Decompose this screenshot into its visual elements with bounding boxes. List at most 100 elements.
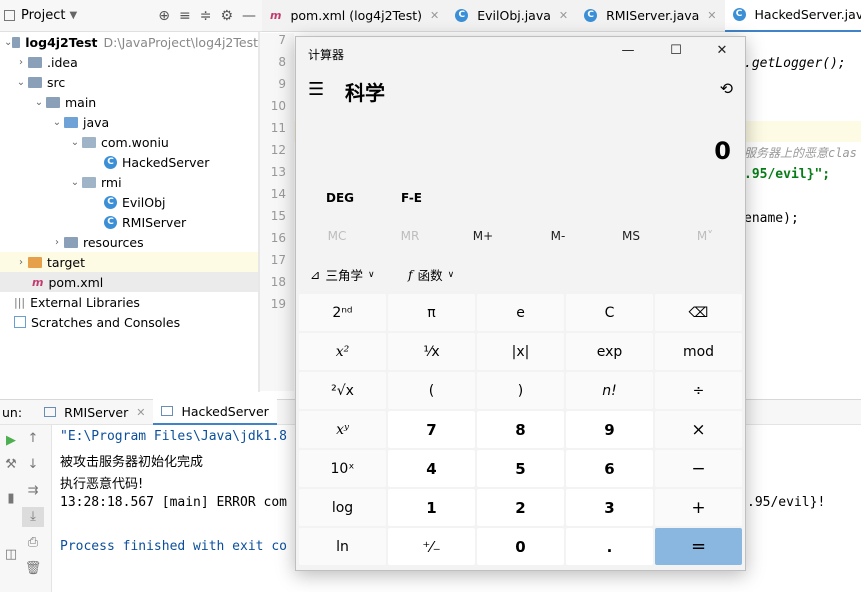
mc-button[interactable]: MC: [307, 229, 367, 243]
tree-item-com-woniu[interactable]: ⌄ com.woniu: [0, 132, 258, 152]
second-button[interactable]: 2ⁿᵈ: [299, 294, 386, 331]
tree-item-resources[interactable]: › resources: [0, 232, 258, 252]
close-icon[interactable]: ✕: [430, 9, 439, 22]
tree-item-hackedserver[interactable]: C HackedServer: [0, 152, 258, 172]
dump-icon[interactable]: ◫: [0, 545, 22, 565]
digit-0-button[interactable]: 0: [477, 528, 564, 565]
tree-item-target[interactable]: › target: [0, 252, 258, 272]
factorial-button[interactable]: n!: [566, 372, 653, 409]
close-paren-button[interactable]: ): [477, 372, 564, 409]
chevron-down-icon[interactable]: ⌄: [4, 37, 12, 48]
project-view-selector[interactable]: Project: [21, 8, 65, 23]
digit-1-button[interactable]: 1: [388, 489, 475, 526]
negate-button[interactable]: ⁺⁄₋: [388, 528, 475, 565]
tree-item-scratches[interactable]: Scratches and Consoles: [0, 312, 258, 332]
digit-7-button[interactable]: 7: [388, 411, 475, 448]
maximize-icon[interactable]: ☐: [662, 43, 690, 63]
m-plus-button[interactable]: M+: [453, 229, 513, 243]
tree-item-src[interactable]: ⌄ src: [0, 72, 258, 92]
close-icon[interactable]: ✕: [559, 9, 568, 22]
tab-evilobj[interactable]: C EvilObj.java ✕: [447, 0, 576, 32]
mod-button[interactable]: mod: [655, 333, 742, 370]
memory-list-button[interactable]: M˅: [675, 229, 735, 243]
arrow-down-icon[interactable]: ↓: [22, 455, 44, 475]
chevron-down-icon[interactable]: ⌄: [50, 117, 64, 128]
chevron-right-icon[interactable]: ›: [14, 57, 28, 68]
sqrt-button[interactable]: ²√x: [299, 372, 386, 409]
hide-icon[interactable]: —: [242, 8, 256, 24]
chevron-down-icon[interactable]: ⌄: [68, 137, 82, 148]
clear-button[interactable]: C: [566, 294, 653, 331]
digit-9-button[interactable]: 9: [566, 411, 653, 448]
decimal-button[interactable]: .: [566, 528, 653, 565]
collapse-all-icon[interactable]: ≑: [200, 8, 212, 24]
run-tab-hackedserver[interactable]: HackedServer: [153, 399, 277, 425]
history-icon[interactable]: ⟲: [720, 79, 733, 98]
chevron-down-icon[interactable]: ⌄: [68, 177, 82, 188]
square-button[interactable]: x²: [299, 333, 386, 370]
tree-item-idea[interactable]: › .idea: [0, 52, 258, 72]
log-button[interactable]: log: [299, 489, 386, 526]
function-dropdown[interactable]: f 函数 ∨: [408, 265, 454, 284]
tree-item-java[interactable]: ⌄ java: [0, 112, 258, 132]
tab-hackedserver[interactable]: C HackedServer.java ✕: [724, 0, 861, 32]
open-paren-button[interactable]: (: [388, 372, 475, 409]
digit-4-button[interactable]: 4: [388, 450, 475, 487]
power-button[interactable]: xʸ: [299, 411, 386, 448]
digit-2-button[interactable]: 2: [477, 489, 564, 526]
gear-icon[interactable]: ⚙: [220, 8, 233, 24]
exp-button[interactable]: exp: [566, 333, 653, 370]
digit-6-button[interactable]: 6: [566, 450, 653, 487]
divide-button[interactable]: ÷: [655, 372, 742, 409]
wrench-icon[interactable]: ⚒: [0, 455, 22, 475]
tree-item-main[interactable]: ⌄ main: [0, 92, 258, 112]
locate-icon[interactable]: ⊕: [158, 8, 170, 24]
minimize-icon[interactable]: —: [614, 43, 642, 63]
close-icon[interactable]: ✕: [708, 43, 736, 63]
tab-rmiserver[interactable]: C RMIServer.java ✕: [576, 0, 724, 32]
chevron-down-icon[interactable]: ▼: [69, 10, 77, 21]
soft-wrap-icon[interactable]: ⇉: [22, 481, 44, 501]
run-tab-rmiserver[interactable]: RMIServer ✕: [36, 399, 153, 425]
multiply-button[interactable]: ×: [655, 411, 742, 448]
backspace-button[interactable]: ⌫: [655, 294, 742, 331]
chevron-down-icon[interactable]: ⌄: [32, 97, 46, 108]
hamburger-menu-icon[interactable]: ☰: [308, 79, 324, 100]
ms-button[interactable]: MS: [601, 229, 661, 243]
tree-item-rmi[interactable]: ⌄ rmi: [0, 172, 258, 192]
tree-item-evilobj[interactable]: C EvilObj: [0, 192, 258, 212]
subtract-button[interactable]: −: [655, 450, 742, 487]
scroll-to-end-icon[interactable]: ⤓: [22, 507, 44, 527]
chevron-right-icon[interactable]: ›: [14, 257, 28, 268]
m-minus-button[interactable]: M-: [528, 229, 588, 243]
digit-3-button[interactable]: 3: [566, 489, 653, 526]
close-icon[interactable]: ✕: [707, 9, 716, 22]
digit-5-button[interactable]: 5: [477, 450, 564, 487]
tree-item-rmiserver[interactable]: C RMIServer: [0, 212, 258, 232]
chevron-down-icon[interactable]: ⌄: [14, 77, 28, 88]
arrow-up-icon[interactable]: ↑: [22, 429, 44, 449]
equals-button[interactable]: =: [655, 528, 742, 565]
deg-button[interactable]: DEG: [326, 191, 354, 205]
mr-button[interactable]: MR: [380, 229, 440, 243]
trigonometry-dropdown[interactable]: ⊿ 三角学 ∨: [310, 265, 375, 284]
digit-8-button[interactable]: 8: [477, 411, 564, 448]
pause-icon[interactable]: ▮: [0, 489, 22, 509]
pi-button[interactable]: π: [388, 294, 475, 331]
trash-icon[interactable]: 🗑: [22, 559, 44, 579]
tree-item-external-libraries[interactable]: ||| External Libraries: [0, 292, 258, 312]
project-view-icon[interactable]: [4, 10, 15, 21]
reciprocal-button[interactable]: ¹⁄x: [388, 333, 475, 370]
tree-item-pom[interactable]: m pom.xml: [0, 272, 258, 292]
print-icon[interactable]: ⎙: [22, 533, 44, 553]
e-button[interactable]: e: [477, 294, 564, 331]
fe-button[interactable]: F-E: [401, 191, 422, 205]
chevron-right-icon[interactable]: ›: [50, 237, 64, 248]
rerun-icon[interactable]: ▶: [0, 431, 22, 451]
ten-power-button[interactable]: 10ˣ: [299, 450, 386, 487]
add-button[interactable]: +: [655, 489, 742, 526]
ln-button[interactable]: ln: [299, 528, 386, 565]
close-icon[interactable]: ✕: [136, 406, 145, 419]
tree-item-root[interactable]: ⌄ log4j2Test D:\JavaProject\log4j2Test: [0, 32, 258, 52]
tab-pom[interactable]: m pom.xml (log4j2Test) ✕: [262, 0, 447, 32]
